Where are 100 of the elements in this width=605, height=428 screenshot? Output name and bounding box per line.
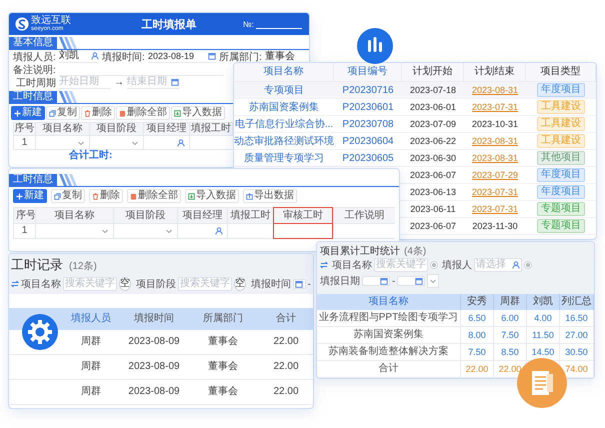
- table-cell: 7.50: [461, 344, 494, 361]
- column-header: 填报人员: [61, 308, 121, 330]
- table-cell: 2023-06-11: [402, 201, 464, 218]
- panel-title: 工时记录: [11, 256, 63, 274]
- table-cell: 2023-06-22: [402, 133, 464, 150]
- table-cell: 2023-08-09: [121, 380, 187, 405]
- column-header: 填报工时: [227, 207, 273, 224]
- type-tag: 专题项目: [537, 219, 585, 233]
- table-cell: 2023-08-09: [121, 355, 187, 380]
- project-name-link[interactable]: 动态审批路径测试环境: [234, 133, 334, 150]
- table-cell: 董事会: [187, 380, 259, 405]
- end-date: 2023-07-31: [472, 204, 518, 214]
- end-date: 2023-08-31: [472, 153, 518, 163]
- table-cell: 6.00: [494, 310, 527, 327]
- table-cell: 合计: [317, 361, 461, 378]
- table-cell: 2023-06-07: [402, 167, 464, 184]
- table-cell: 周群: [61, 330, 121, 355]
- column-header: 填报时间: [121, 308, 187, 330]
- table-cell: 1: [13, 224, 35, 239]
- field-value: 董事会: [265, 50, 295, 62]
- field-label: 填报时间:: [102, 50, 145, 64]
- toolbar-button[interactable]: 删除全部: [127, 189, 181, 203]
- table-cell: 22.00: [259, 380, 313, 405]
- column-header: 序号: [13, 207, 35, 224]
- table-cell: 2023-06-13: [402, 184, 464, 201]
- toolbar-button[interactable]: 导入数据: [185, 189, 239, 203]
- project-name-link[interactable]: 电子信息行业综合协...: [234, 116, 334, 133]
- toolbar-button[interactable]: 导出数据: [243, 189, 297, 203]
- column-header: 刘凯: [527, 294, 560, 310]
- column-header: 项目名称: [317, 294, 461, 310]
- column-header: 项目经理: [143, 122, 189, 136]
- toolbar-button[interactable]: 新建: [11, 106, 45, 120]
- table-cell: P20230708: [334, 116, 402, 133]
- table-cell: P20230605: [334, 150, 402, 167]
- filter-label: 填报时间: [251, 278, 291, 291]
- toolbar-button[interactable]: 删除全部: [116, 106, 170, 120]
- column-header: 周群: [494, 294, 527, 310]
- toolbar-button[interactable]: 导入数据: [171, 106, 225, 120]
- column-header: 计划开始: [402, 63, 464, 82]
- toolbar-button[interactable]: 删除: [89, 189, 123, 203]
- table-cell: 7.50: [494, 327, 527, 344]
- column-header: 工作说明: [333, 207, 395, 224]
- toolbar-button[interactable]: 复制: [51, 189, 85, 203]
- arrow-symbol: →: [114, 77, 124, 88]
- table-cell: 8.50: [494, 344, 527, 361]
- column-header: 项目阶段: [113, 207, 177, 224]
- column-header: 列汇总: [560, 294, 594, 310]
- filter-label: 项目名称: [21, 278, 61, 291]
- range-separator: -: [392, 276, 396, 286]
- table-cell: P20230604: [334, 133, 402, 150]
- toolbar-button[interactable]: 删除: [81, 106, 115, 120]
- table-cell: 6.50: [461, 310, 494, 327]
- column-header: 序号: [13, 122, 35, 136]
- field-label: 所属部门:: [219, 50, 262, 64]
- column-header: 所属部门: [187, 308, 259, 330]
- type-tag: 工具建设: [537, 134, 585, 148]
- table-cell: 2023-06-30: [402, 150, 464, 167]
- table-cell: 1: [13, 136, 35, 150]
- filter-label: 填报人: [442, 258, 472, 272]
- clear-button[interactable]: 空: [234, 277, 246, 291]
- column-header: 项目类型: [526, 63, 596, 82]
- column-header: 项目经理: [177, 207, 227, 224]
- end-date: 2023-07-31: [472, 187, 518, 197]
- table-cell: 2023-07-18: [402, 82, 464, 99]
- end-date: 2023-07-31: [472, 102, 518, 112]
- table-cell: 22.00: [259, 330, 313, 355]
- table-cell: 22.00: [259, 355, 313, 380]
- project-name-link[interactable]: 专项项目: [234, 82, 334, 99]
- column-header: 项目名称: [35, 207, 113, 224]
- filter-label: 项目名称: [332, 259, 372, 272]
- project-name-link[interactable]: 苏南国资案例集: [234, 99, 334, 116]
- type-tag: 专题项目: [537, 202, 585, 216]
- table-cell: 周群: [61, 355, 121, 380]
- field-label: 工时周期: [15, 76, 56, 90]
- table-cell: 11.50: [527, 327, 560, 344]
- toolbar-button[interactable]: 复制: [46, 106, 80, 120]
- date-field[interactable]: 2023-08-19: [148, 50, 216, 63]
- number-label: №:: [243, 20, 254, 28]
- table-cell: 27.00: [560, 327, 594, 344]
- table-cell: 30.50: [560, 344, 594, 361]
- table-cell: 周群: [61, 380, 121, 405]
- end-date: 2023-08-31: [472, 85, 518, 95]
- table-cell: P20230716: [334, 82, 402, 99]
- column-header: 项目编号: [334, 63, 402, 82]
- input-field[interactable]: 刘凯: [59, 50, 99, 63]
- form-title: 工时填报单: [140, 18, 198, 32]
- logo-text: 致远互联: [31, 16, 71, 26]
- type-tag: 工具建设: [537, 100, 585, 114]
- table-cell: 苏南装备制造整体解决方案: [317, 344, 461, 361]
- table-cell: 董事会: [187, 355, 259, 380]
- type-tag: 年度项目: [537, 168, 585, 182]
- type-tag: 其他项目: [537, 151, 585, 165]
- toolbar-button[interactable]: 新建: [13, 189, 47, 203]
- table-cell: 16.50: [560, 310, 594, 327]
- table-cell: 业务流程图与PPT绘图专项学习: [317, 310, 461, 327]
- filter-label: 项目阶段: [136, 278, 176, 291]
- range-separator: -: [308, 278, 311, 290]
- clear-button[interactable]: 空: [119, 277, 131, 291]
- column-header: 安秀: [461, 294, 494, 310]
- project-name-link[interactable]: 质量管理专项学习: [234, 150, 334, 167]
